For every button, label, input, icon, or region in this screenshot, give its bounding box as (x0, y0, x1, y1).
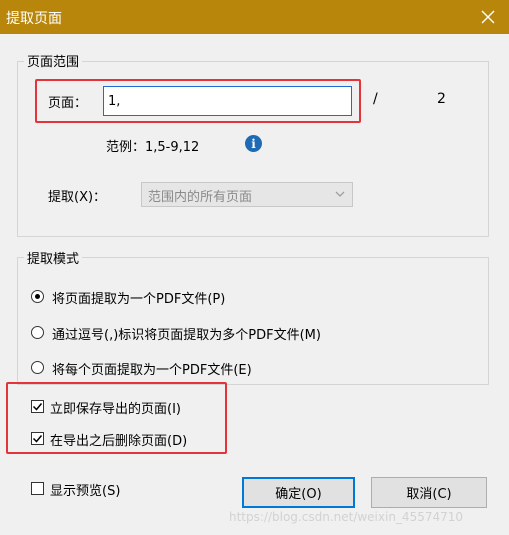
radio-single-pdf[interactable] (31, 290, 44, 303)
delete-after-label[interactable]: 在导出之后删除页面(D) (50, 430, 187, 449)
chevron-down-icon (335, 191, 345, 197)
title-bar: 提取页面 (0, 0, 509, 34)
show-preview-label[interactable]: 显示预览(S) (50, 480, 120, 499)
pages-label: 页面： (48, 96, 88, 111)
extract-label: 提取(X)： (48, 190, 107, 205)
extract-select-value: 范围内的所有页面 (148, 190, 253, 205)
pages-input[interactable] (103, 86, 352, 116)
example-text: 范例：1,5-9,12 (106, 140, 200, 155)
save-exported-checkbox[interactable] (31, 400, 44, 413)
cancel-button[interactable]: 取消(C) (371, 477, 487, 508)
radio-single-pdf-label[interactable]: 将页面提取为一个PDF文件(P) (52, 288, 225, 307)
radio-each-page-pdf-label[interactable]: 将每个页面提取为一个PDF文件(E) (52, 359, 252, 378)
page-separator: / (373, 91, 378, 107)
extract-mode-legend: 提取模式 (24, 248, 83, 267)
ok-button[interactable]: 确定(O) (242, 477, 355, 508)
total-pages: 2 (437, 91, 446, 107)
show-preview-checkbox[interactable] (31, 482, 44, 495)
watermark: https://blog.csdn.net/weixin_45574710 (229, 510, 464, 524)
radio-multiple-pdf[interactable] (31, 326, 44, 339)
extract-select[interactable]: 范围内的所有页面 (141, 182, 353, 207)
info-icon[interactable]: i (245, 135, 262, 152)
checkmark-icon (32, 435, 43, 443)
checkmark-icon (32, 403, 43, 411)
radio-multiple-pdf-label[interactable]: 通过逗号(,)标识将页面提取为多个PDF文件(M) (52, 324, 321, 343)
save-exported-label[interactable]: 立即保存导出的页面(I) (50, 398, 181, 417)
delete-after-checkbox[interactable] (31, 432, 44, 445)
close-button[interactable] (467, 0, 509, 34)
page-range-legend: 页面范围 (24, 51, 83, 70)
window-title: 提取页面 (6, 11, 62, 27)
close-icon (481, 10, 495, 24)
radio-each-page-pdf[interactable] (31, 361, 44, 374)
